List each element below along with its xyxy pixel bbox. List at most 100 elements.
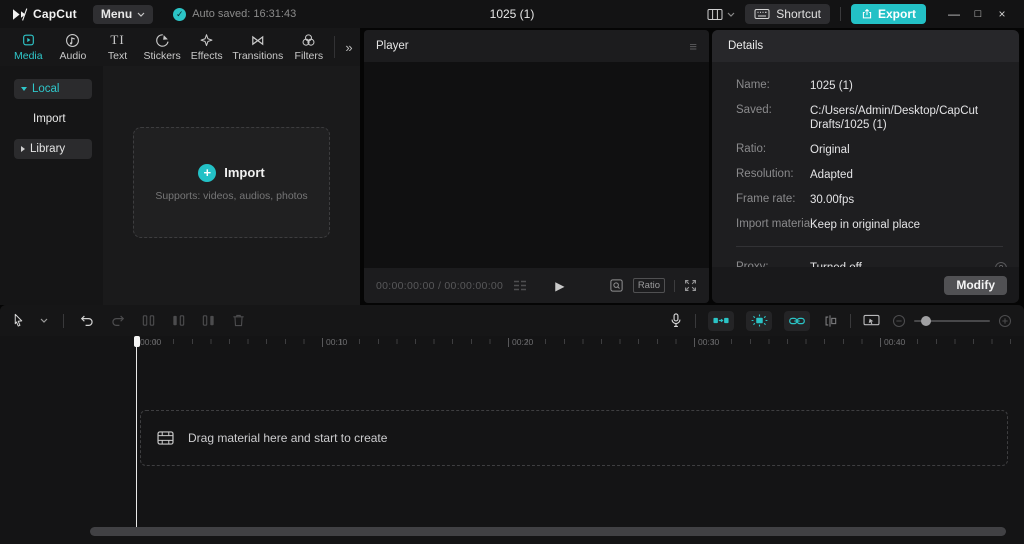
tab-label: Media [14, 50, 43, 62]
detail-label: Frame rate: [736, 193, 796, 205]
layout-switch-button[interactable] [707, 8, 735, 21]
preview-axis-button[interactable] [822, 314, 838, 328]
tab-label: Filters [294, 50, 324, 62]
menu-button[interactable]: Menu [92, 4, 154, 24]
link-clips-button[interactable] [784, 310, 810, 331]
details-header: Details [712, 30, 1019, 62]
menu-label: Menu [100, 7, 133, 21]
play-button[interactable]: ▶ [555, 279, 564, 293]
player-menu-icon[interactable]: ≡ [689, 39, 697, 54]
export-label: Export [877, 7, 916, 21]
split-button[interactable] [141, 313, 156, 328]
media-content-area: + Import Supports: videos, audios, photo… [103, 66, 360, 305]
zoom-out-icon[interactable] [892, 314, 906, 328]
detail-value: 30.00fps [810, 194, 855, 206]
zoom-slider-track[interactable] [914, 315, 990, 326]
detail-label: Resolution: [736, 168, 794, 180]
main-track-magnet-button[interactable] [708, 310, 734, 331]
timeline-dropzone[interactable]: Drag material here and start to create [140, 410, 1008, 466]
ruler-label: 00:00 [136, 338, 161, 347]
autosave-status: ✓ Auto saved: 16:31:43 [173, 7, 296, 21]
record-voiceover-button[interactable] [669, 312, 683, 329]
frame-preview-button[interactable] [863, 314, 880, 328]
fullscreen-icon[interactable] [684, 279, 697, 292]
horizontal-scrollbar[interactable] [90, 527, 1006, 536]
detail-row-name: Name: 1025 (1) [736, 79, 1003, 93]
check-icon: ✓ [173, 7, 187, 21]
divider [850, 313, 851, 328]
major-tick [880, 338, 881, 347]
maximize-button[interactable]: □ [966, 3, 990, 25]
divider [674, 279, 675, 292]
player-title: Player [376, 40, 409, 52]
capcut-window: CapCut Menu ✓ Auto saved: 16:31:43 1025 … [0, 0, 1024, 544]
detail-row-saved: Saved: C:/Users/Admin/Desktop/CapCut Dra… [736, 104, 1003, 132]
timeline-toolbar [0, 305, 1024, 336]
import-dropzone[interactable]: + Import Supports: videos, audios, photo… [133, 127, 330, 238]
zoom-in-icon[interactable] [998, 314, 1012, 328]
detail-row-import-material: Import material: Keep in original place [736, 218, 1003, 232]
ruler-label: 00:10 [322, 338, 347, 347]
shortcut-button[interactable]: Shortcut [745, 4, 830, 24]
delete-left-button[interactable] [171, 313, 186, 328]
sidebar-item-import[interactable]: Import [33, 109, 103, 129]
tab-transitions[interactable]: ⋈ Transitions [229, 32, 287, 63]
timeline-dropzone-text: Drag material here and start to create [188, 431, 388, 445]
triangle-right-icon [21, 146, 25, 152]
details-rows: Name: 1025 (1) Saved: C:/Users/Admin/Des… [712, 62, 1019, 275]
details-title: Details [728, 40, 764, 52]
top-bar: CapCut Menu ✓ Auto saved: 16:31:43 1025 … [0, 0, 1024, 28]
divider [334, 36, 336, 58]
select-cursor-button[interactable] [12, 313, 25, 328]
tab-label: Stickers [143, 50, 181, 62]
delete-button[interactable] [231, 313, 246, 328]
sidebar-item-local[interactable]: Local [14, 79, 92, 99]
tab-audio[interactable]: Audio [51, 32, 96, 62]
player-controls: 00:00:00:00 / 00:00:00:00 ▶ Ratio [364, 268, 709, 303]
divider [736, 246, 1003, 247]
ruler-time: 00:40 [884, 337, 906, 347]
capcut-logo-icon [12, 7, 28, 21]
close-button[interactable]: × [990, 3, 1014, 25]
ruler-label: 00:30 [694, 338, 719, 347]
chevron-down-icon[interactable] [40, 318, 48, 323]
timeline-ruler[interactable]: 00:00 00:10 00:20 00:30 00:40 [0, 336, 1024, 356]
detail-value: 1025 (1) [810, 80, 853, 92]
zoom-slider-handle[interactable] [921, 315, 931, 326]
filters-icon [301, 32, 316, 48]
undo-button[interactable] [79, 313, 95, 328]
sidebar-label: Local [32, 83, 60, 95]
tab-media[interactable]: Media [6, 32, 51, 62]
tab-stickers[interactable]: Stickers [140, 32, 185, 62]
sidebar-item-library[interactable]: Library [14, 139, 92, 159]
frame-list-icon[interactable] [513, 280, 527, 291]
export-button[interactable]: Export [850, 4, 926, 24]
tab-effects[interactable]: Effects [184, 32, 229, 62]
import-subtitle: Supports: videos, audios, photos [155, 189, 308, 202]
modify-button[interactable]: Modify [944, 275, 1007, 295]
playhead-handle[interactable] [133, 336, 140, 347]
tab-label: Transitions [232, 50, 284, 62]
timecode: 00:00:00:00 / 00:00:00:00 [376, 279, 504, 292]
chevron-down-icon [727, 12, 735, 17]
auto-snap-button[interactable] [746, 310, 772, 331]
major-tick [322, 338, 323, 347]
ruler-time: 00:20 [512, 337, 534, 347]
audio-icon [65, 32, 80, 48]
tab-text[interactable]: TI Text [95, 32, 140, 62]
sticker-icon [155, 32, 170, 48]
minimize-button[interactable]: — [942, 3, 966, 25]
divider [695, 313, 696, 328]
tab-filters[interactable]: Filters [287, 32, 332, 62]
detail-label: Import material: [736, 218, 816, 230]
divider [839, 7, 841, 21]
details-panel: Details Name: 1025 (1) Saved: C:/Users/A… [712, 30, 1019, 303]
major-tick [694, 338, 695, 347]
shortcut-label: Shortcut [776, 7, 821, 21]
expand-tabs-icon[interactable]: » [338, 40, 360, 55]
ratio-button[interactable]: Ratio [632, 278, 665, 293]
redo-button[interactable] [110, 313, 126, 328]
delete-right-button[interactable] [201, 313, 216, 328]
detail-value: C:/Users/Admin/Desktop/CapCut Drafts/102… [810, 105, 979, 131]
preview-quality-icon[interactable] [609, 278, 624, 293]
